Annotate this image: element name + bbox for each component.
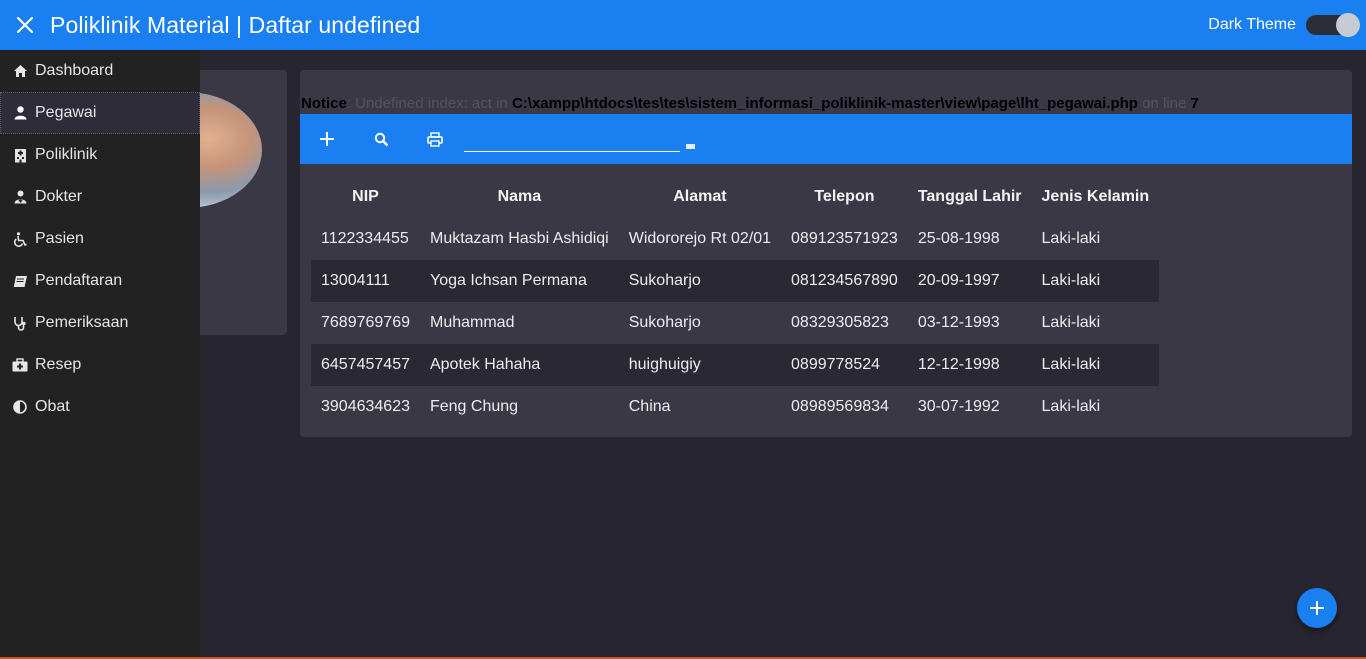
sidebar-item-dashboard[interactable]: Dashboard <box>0 50 200 92</box>
sidebar-item-pegawai[interactable]: Pegawai <box>0 92 200 134</box>
stethoscope-icon <box>12 315 28 331</box>
search-button[interactable] <box>354 114 408 164</box>
home-icon <box>12 63 28 79</box>
cell-alamat: huighuigiy <box>618 344 782 386</box>
notice-on-line: on line <box>1137 95 1191 112</box>
cell-alamat: China <box>628 398 671 415</box>
notice-label: Notice <box>301 95 347 112</box>
sidebar-item-label: Dokter <box>35 188 83 205</box>
book-icon <box>12 273 28 289</box>
column-header[interactable]: Alamat <box>619 176 781 218</box>
app-bar: Poliklinik Material | Daftar undefined D… <box>0 0 1366 50</box>
cell-telepon: 08989569834 <box>791 398 889 415</box>
cell-tanggal-lahir: 12-12-1998 <box>907 344 1032 386</box>
theme-label: Dark Theme <box>1208 16 1296 33</box>
cell-nama: Muhammad <box>429 314 515 331</box>
column-header[interactable]: Tanggal Lahir <box>908 176 1032 218</box>
cell-tanggal-lahir: 20-09-1997 <box>907 260 1032 302</box>
cell-tanggal-lahir: 25-08-1998 <box>917 230 1000 247</box>
sidebar-item-label: Obat <box>35 398 70 415</box>
cell-nip: 13004111 <box>311 260 420 302</box>
sidebar-item-label: Pemeriksaan <box>35 314 129 331</box>
cell-alamat: Sukoharjo <box>618 260 782 302</box>
sidebar-item-obat[interactable]: Obat <box>0 386 200 428</box>
cell-jenis-kelamin: Laki-laki <box>1031 260 1160 302</box>
cell-telepon: 08329305823 <box>791 314 889 331</box>
close-menu-button[interactable] <box>0 0 50 50</box>
sidebar-item-label: Resep <box>35 356 82 373</box>
user-icon <box>12 105 28 121</box>
cell-tanggal-lahir: 30-07-1992 <box>917 398 1000 415</box>
sidebar-item-label: Dashboard <box>35 62 114 79</box>
php-notice: Notice: Undefined index: act in C:\xampp… <box>301 95 1199 112</box>
table-row[interactable]: 13004111 Yoga Ichsan Permana Sukoharjo 0… <box>311 260 1160 302</box>
cell-jenis-kelamin: Laki-laki <box>1031 344 1160 386</box>
cell-jenis-kelamin: Laki-laki <box>1041 230 1101 247</box>
wheelchair-icon <box>12 231 28 247</box>
table-row[interactable]: 7689769769 Muhammad Sukoharjo 0832930582… <box>311 302 1159 344</box>
table-toolbar <box>300 114 1352 164</box>
notice-path: C:\xampp\htdocs\tes\tes\sistem_informasi… <box>511 95 1138 112</box>
print-button[interactable] <box>408 114 462 164</box>
sidebar-item-label: Pendaftaran <box>35 272 123 289</box>
sidebar-item-label: Pegawai <box>35 104 97 121</box>
theme-toggle-group: Dark Theme <box>1208 0 1360 50</box>
cell-telepon: 0899778524 <box>781 344 908 386</box>
add-button[interactable] <box>300 114 354 164</box>
notice-message: : Undefined index: act in <box>346 95 512 112</box>
sidebar-item-resep[interactable]: Resep <box>0 344 200 386</box>
add-fab-button[interactable] <box>1297 588 1337 628</box>
table-header-row: NIP Nama Alamat Telepon Tanggal Lahir Je… <box>311 176 1159 218</box>
table-row[interactable]: 3904634623 Feng Chung China 08989569834 … <box>311 386 1159 428</box>
sidebar-item-label: Poliklinik <box>35 146 98 163</box>
cell-telepon: 081234567890 <box>781 260 908 302</box>
sidebar-item-pemeriksaan[interactable]: Pemeriksaan <box>0 302 200 344</box>
cell-nama: Yoga Ichsan Permana <box>419 260 619 302</box>
cell-jenis-kelamin: Laki-laki <box>1041 398 1101 415</box>
plus-icon <box>1310 601 1324 615</box>
cell-nama: Apotek Hahaha <box>419 344 619 386</box>
switch-thumb <box>1336 13 1360 37</box>
hospital-icon <box>12 147 28 163</box>
column-header[interactable]: Jenis Kelamin <box>1032 176 1160 218</box>
page-title: Poliklinik Material | Daftar undefined <box>50 11 421 38</box>
search-input[interactable] <box>464 126 680 152</box>
sidebar-item-dokter[interactable]: Dokter <box>0 176 200 218</box>
cell-nip: 1122334455 <box>321 230 409 247</box>
cell-nama: Feng Chung <box>429 398 519 415</box>
adjust-icon <box>12 399 28 415</box>
search-submit-button[interactable] <box>686 143 695 149</box>
cell-tanggal-lahir: 03-12-1993 <box>917 314 1000 331</box>
pegawai-table: NIP Nama Alamat Telepon Tanggal Lahir Je… <box>311 176 1160 428</box>
dark-theme-switch[interactable] <box>1306 13 1360 37</box>
cell-alamat: Widororejo Rt 02/01 <box>628 230 772 247</box>
plus-icon <box>320 132 334 146</box>
sidebar: Dashboard Pegawai Poliklinik Dokter Pasi… <box>0 50 200 659</box>
table-row[interactable]: 1122334455 Muktazam Hasbi Ashidiqi Widor… <box>311 218 1159 260</box>
cell-nip: 6457457457 <box>311 344 420 386</box>
sidebar-item-pasien[interactable]: Pasien <box>0 218 200 260</box>
notice-line: 7 <box>1190 95 1199 112</box>
pegawai-table-card: Notice: Undefined index: act in C:\xampp… <box>300 70 1352 437</box>
close-icon <box>16 16 34 34</box>
doctor-icon <box>12 189 28 205</box>
medkit-icon <box>12 357 28 373</box>
print-icon <box>427 131 443 147</box>
sidebar-item-poliklinik[interactable]: Poliklinik <box>0 134 200 176</box>
cell-telepon: 089123571923 <box>791 230 898 247</box>
cell-nip: 7689769769 <box>321 314 410 331</box>
sidebar-item-pendaftaran[interactable]: Pendaftaran <box>0 260 200 302</box>
column-header[interactable]: NIP <box>311 176 420 218</box>
column-header[interactable]: Nama <box>420 176 619 218</box>
column-header[interactable]: Telepon <box>781 176 908 218</box>
cell-nama: Muktazam Hasbi Ashidiqi <box>429 230 609 247</box>
cell-alamat: Sukoharjo <box>628 314 701 331</box>
sidebar-item-label: Pasien <box>35 230 84 247</box>
search-icon <box>374 132 388 146</box>
table-row[interactable]: 6457457457 Apotek Hahaha huighuigiy 0899… <box>311 344 1160 386</box>
cell-jenis-kelamin: Laki-laki <box>1041 314 1101 331</box>
cell-nip: 3904634623 <box>321 398 410 415</box>
